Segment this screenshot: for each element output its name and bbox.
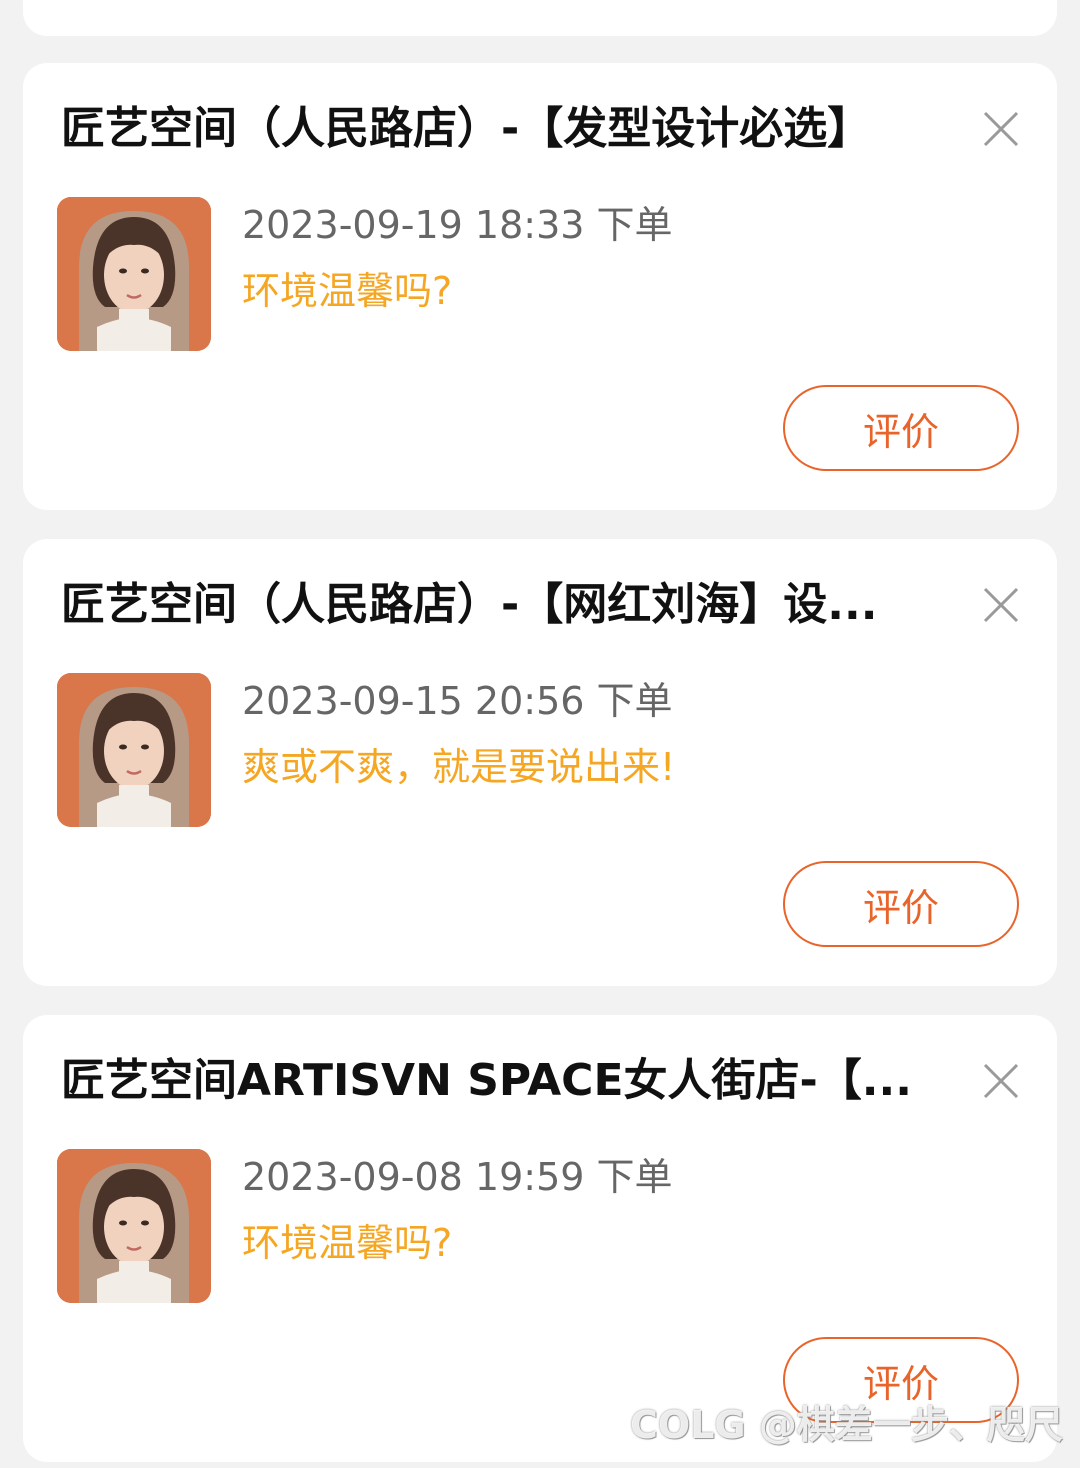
product-thumbnail[interactable] (57, 1149, 211, 1303)
product-thumbnail[interactable] (57, 673, 211, 827)
order-card: 匠艺空间（人民路店）-【发型设计必选】 2023-09-19 18:33 下单 … (23, 63, 1057, 510)
order-time: 2023-09-15 20:56 下单 (242, 679, 673, 723)
order-time: 2023-09-19 18:33 下单 (242, 203, 673, 247)
review-prompt: 环境温馨吗? (242, 1221, 453, 1265)
review-button[interactable]: 评价 (783, 861, 1019, 947)
close-icon[interactable] (979, 1059, 1023, 1103)
close-icon[interactable] (979, 107, 1023, 151)
product-thumbnail[interactable] (57, 197, 211, 351)
order-card: 匠艺空间ARTISVN SPACE女人街店-【... 2023-09-08 19… (23, 1015, 1057, 1462)
shop-title[interactable]: 匠艺空间ARTISVN SPACE女人街店-【... (61, 1053, 921, 1109)
order-time: 2023-09-08 19:59 下单 (242, 1155, 673, 1199)
shop-title[interactable]: 匠艺空间（人民路店）-【网红刘海】设... (61, 577, 921, 633)
watermark: COLG @棋差一步、咫尺 (630, 1403, 1063, 1447)
review-prompt: 环境温馨吗? (242, 269, 453, 313)
review-prompt: 爽或不爽，就是要说出来! (242, 745, 676, 789)
shop-title[interactable]: 匠艺空间（人民路店）-【发型设计必选】 (61, 101, 921, 157)
order-card: 匠艺空间（人民路店）-【网红刘海】设... 2023-09-15 20:56 下… (23, 539, 1057, 986)
order-card-partial (23, 0, 1057, 36)
review-button[interactable]: 评价 (783, 385, 1019, 471)
close-icon[interactable] (979, 583, 1023, 627)
